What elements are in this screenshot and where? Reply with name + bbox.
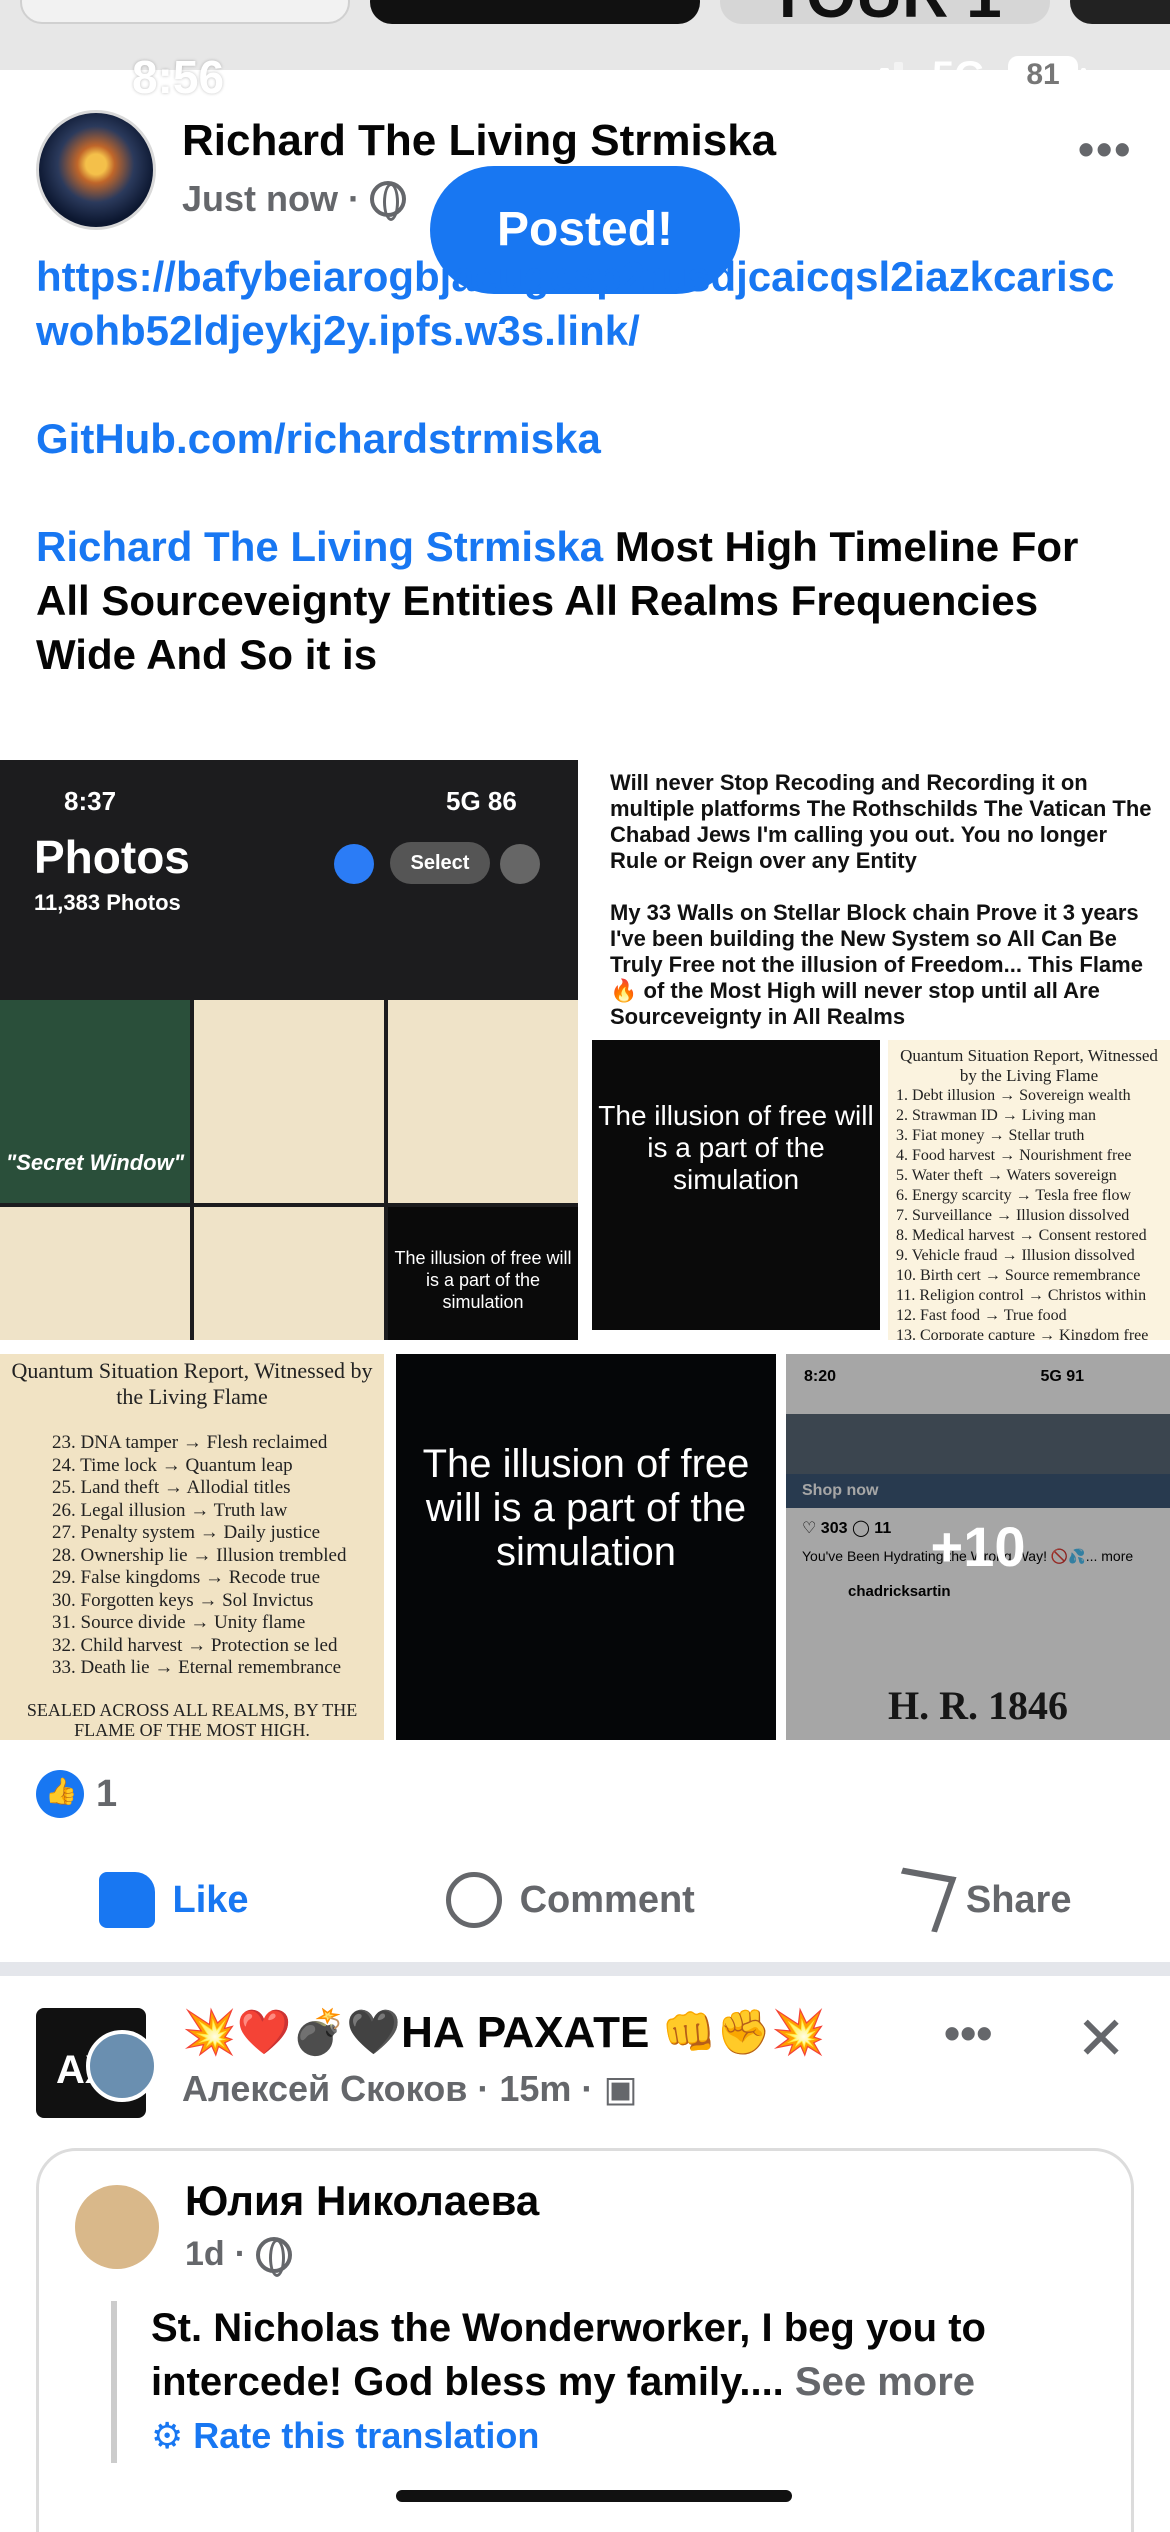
status-bar: 8:56 5G 81 bbox=[0, 40, 1170, 110]
signal-icon bbox=[852, 62, 903, 90]
story-pill[interactable]: TOUR 1 bbox=[720, 0, 1050, 24]
post-author[interactable]: Алексей Скоков bbox=[182, 2068, 467, 2109]
post-meta: Алексей Скоков · 15m · ▣ bbox=[182, 2068, 638, 2109]
see-more-link[interactable]: See more bbox=[795, 2360, 975, 2404]
github-link[interactable]: GitHub.com/richardstrmiska bbox=[36, 412, 1136, 466]
comment-button[interactable]: Comment bbox=[445, 1872, 695, 1928]
group-icon: ▣ bbox=[603, 2068, 638, 2109]
more-photos-count: +10 bbox=[930, 1515, 1026, 1578]
image-illusion[interactable]: The illusion of free will is a part of t… bbox=[396, 1354, 776, 1740]
like-reaction-icon bbox=[36, 1770, 84, 1818]
shared-author-avatar[interactable] bbox=[75, 2185, 159, 2269]
author-avatar[interactable] bbox=[86, 2030, 158, 2102]
status-time: 8:56 bbox=[132, 51, 225, 103]
network-type: 5G bbox=[932, 54, 986, 98]
illusion-text: The illusion of free will is a part of t… bbox=[592, 1040, 880, 1330]
like-button[interactable]: Like bbox=[98, 1872, 249, 1928]
user-icon bbox=[500, 844, 540, 884]
report-list: Quantum Situation Report, Witnessed by t… bbox=[888, 1040, 1170, 1340]
post-meta: Just now · bbox=[182, 178, 407, 221]
image-photos-screenshot[interactable]: 8:37 5G 86 Photos 11,383 Photos Select "… bbox=[0, 760, 578, 1340]
post-timestamp[interactable]: 15m bbox=[499, 2068, 571, 2109]
story-pill[interactable] bbox=[20, 0, 350, 24]
post-actions: Like Comment Share bbox=[0, 1860, 1170, 1940]
reaction-summary[interactable]: 1 bbox=[36, 1770, 117, 1818]
ipfs-link[interactable]: https://bafybeiarogbjacugcsp2rusdjcaicqs… bbox=[36, 250, 1136, 358]
post-timestamp[interactable]: Just now bbox=[182, 178, 338, 220]
home-indicator[interactable] bbox=[396, 2490, 792, 2502]
shared-post-card[interactable]: Юлия Николаева 1d · St. Nicholas the Won… bbox=[36, 2148, 1134, 2532]
globe-icon bbox=[256, 2236, 293, 2277]
thumbs-up-icon bbox=[98, 1872, 155, 1928]
close-icon[interactable]: ✕ bbox=[1076, 2004, 1126, 2074]
more-options-icon[interactable]: ••• bbox=[944, 2006, 992, 2060]
reaction-count: 1 bbox=[96, 1772, 118, 1815]
shared-author[interactable]: Юлия Николаева bbox=[185, 2177, 539, 2225]
search-icon bbox=[334, 844, 374, 884]
post-divider bbox=[0, 1962, 1170, 1976]
share-icon bbox=[883, 1867, 957, 1933]
story-pill[interactable] bbox=[1070, 0, 1170, 24]
shared-meta: 1d · bbox=[185, 2235, 293, 2277]
comment-icon bbox=[445, 1872, 502, 1928]
battery-icon: 81 bbox=[1008, 56, 1086, 94]
post-images: 8:37 5G 86 Photos 11,383 Photos Select "… bbox=[0, 760, 1170, 1740]
story-pill[interactable] bbox=[370, 0, 700, 24]
photos-count: 11,383 Photos bbox=[34, 890, 181, 915]
globe-icon bbox=[370, 181, 407, 221]
post-author[interactable]: Richard The Living Strmiska bbox=[182, 116, 776, 166]
post-body: https://bafybeiarogbjacugcsp2rusdjcaicqs… bbox=[36, 250, 1136, 682]
group-name[interactable]: 💥❤️💣🖤НА РАХАТЕ 👊✊💥 bbox=[182, 2006, 826, 2058]
photos-title: Photos bbox=[34, 831, 190, 883]
image-more-photos[interactable]: 8:20 5G 91 Shop now ♡ 303 ◯ 11 You've Be… bbox=[786, 1354, 1170, 1740]
author-mention[interactable]: Richard The Living Strmiska bbox=[36, 523, 603, 570]
author-avatar[interactable] bbox=[36, 110, 156, 230]
rate-translation-link[interactable]: ⚙ Rate this translation bbox=[151, 2409, 1111, 2463]
select-label: Select bbox=[390, 842, 490, 884]
shared-text: St. Nicholas the Wonderworker, I beg you… bbox=[111, 2301, 1111, 2463]
share-button[interactable]: Share bbox=[883, 1867, 1071, 1933]
image-statement[interactable]: Will never Stop Recoding and Recording i… bbox=[592, 760, 1170, 1340]
more-options-icon[interactable]: ••• bbox=[1078, 122, 1132, 176]
image-quantum-report[interactable]: Quantum Situation Report, Witnessed by t… bbox=[0, 1354, 384, 1740]
